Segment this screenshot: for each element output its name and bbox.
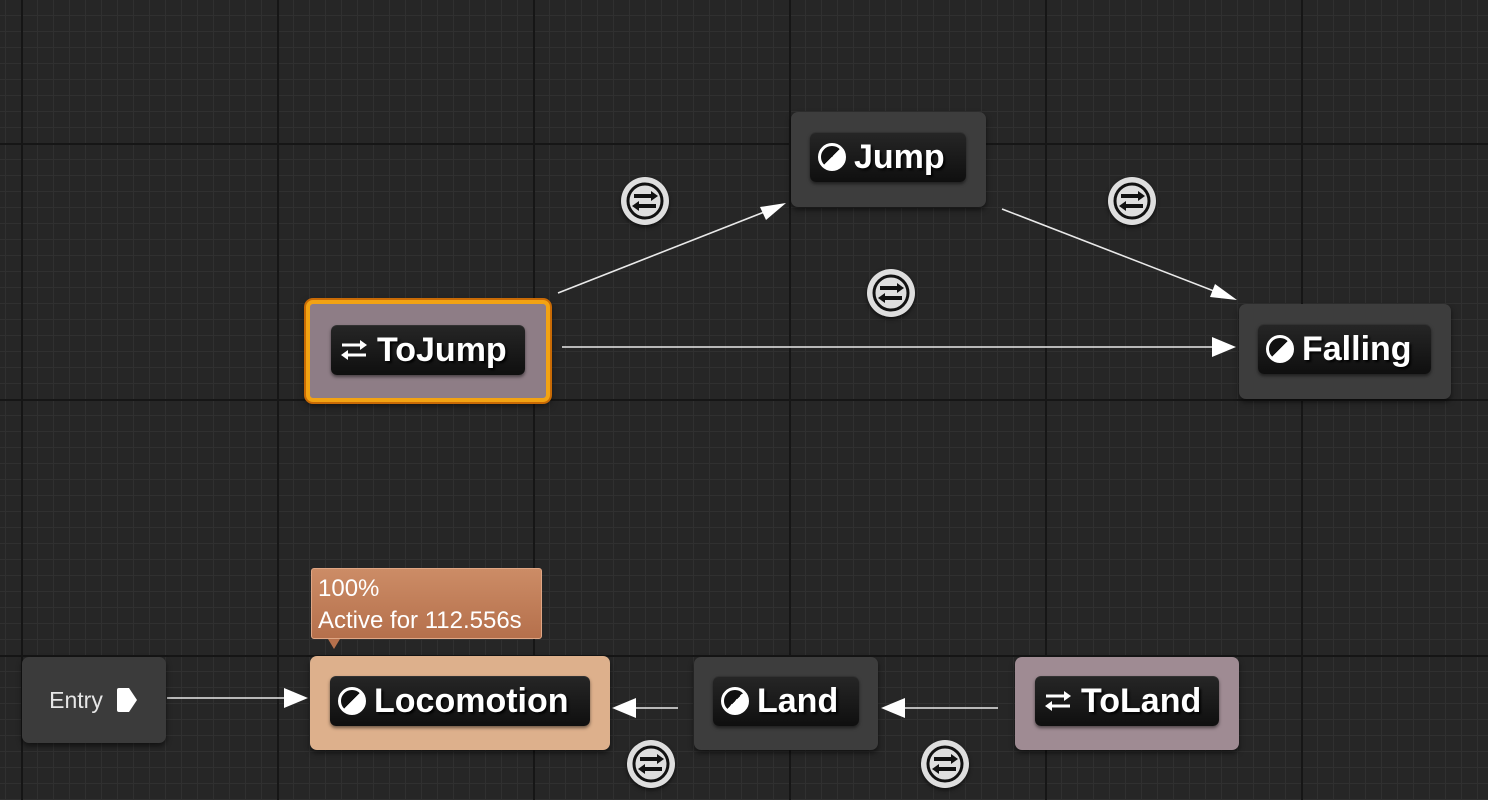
entry-node[interactable]: Entry [22, 657, 166, 743]
transition-rule-icon [632, 745, 670, 783]
state-title: Falling [1258, 324, 1431, 374]
state-label: Locomotion [374, 681, 569, 720]
state-node-falling[interactable]: Falling [1239, 304, 1451, 399]
state-label: Jump [854, 137, 945, 176]
transition-rule-icon [926, 745, 964, 783]
transition-rule-button[interactable] [921, 740, 969, 788]
state-title: Land [713, 676, 859, 726]
state-title: Jump [810, 132, 966, 182]
entry-pin-icon[interactable] [115, 687, 139, 713]
transition-rule-icon [1113, 182, 1151, 220]
tooltip-tail [328, 639, 340, 649]
entry-label: Entry [49, 686, 103, 713]
state-title: Locomotion [330, 676, 590, 726]
state-node-land[interactable]: Land [694, 657, 878, 750]
tooltip-weight: 100% [318, 575, 380, 602]
conduit-label: ToLand [1081, 681, 1202, 720]
wire-tojump-to-jump [557, 204, 783, 294]
state-half-circle-icon [1266, 335, 1294, 363]
transition-rule-icon [872, 274, 910, 312]
transition-rule-icon [626, 182, 664, 220]
tooltip-status: Active for 112.556s [318, 607, 522, 634]
active-state-tooltip: 100% Active for 112.556s [311, 568, 542, 639]
transition-rule-button[interactable] [867, 269, 915, 317]
transition-rule-button[interactable] [1108, 177, 1156, 225]
state-label: Land [757, 681, 839, 720]
conduit-node-tojump[interactable]: ToJump [306, 300, 550, 402]
state-half-circle-icon [721, 687, 749, 715]
conduit-label: ToJump [377, 330, 507, 369]
state-node-jump[interactable]: Jump [791, 112, 986, 207]
transition-rule-button[interactable] [621, 177, 669, 225]
transition-rule-button[interactable] [627, 740, 675, 788]
state-half-circle-icon [338, 687, 366, 715]
wire-jump-to-falling [1001, 208, 1233, 299]
conduit-arrows-icon [1045, 691, 1071, 711]
state-node-locomotion[interactable]: Locomotion [310, 656, 610, 750]
conduit-arrows-icon [341, 340, 367, 360]
state-half-circle-icon [818, 143, 846, 171]
state-label: Falling [1302, 329, 1412, 368]
conduit-title: ToJump [331, 325, 525, 375]
conduit-node-toland[interactable]: ToLand [1015, 657, 1239, 750]
conduit-title: ToLand [1035, 676, 1219, 726]
